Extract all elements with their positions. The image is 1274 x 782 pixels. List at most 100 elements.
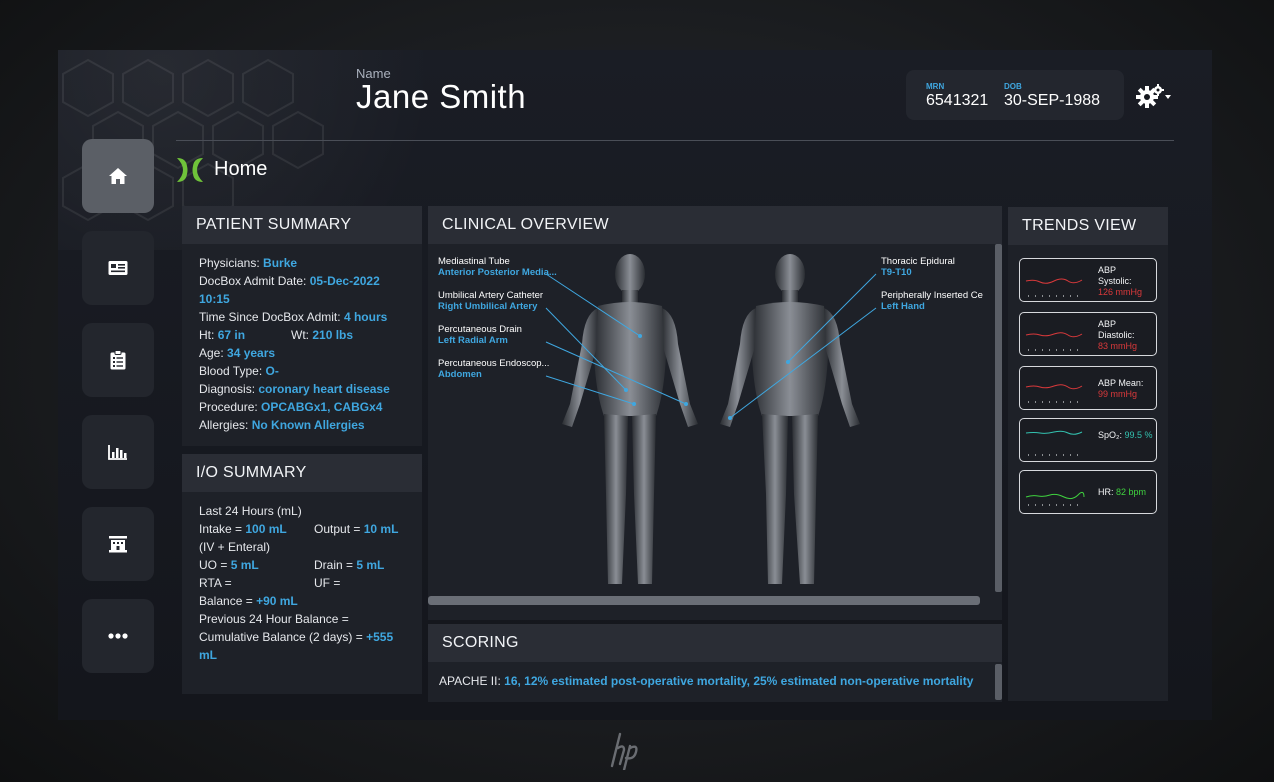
- output-label: Output =: [314, 522, 361, 536]
- trend-spo2[interactable]: SpO₂: 99.5 %: [1019, 418, 1157, 462]
- more-icon: [108, 633, 128, 639]
- annotation-umbilical-artery-catheter[interactable]: Umbilical Artery Catheter Right Umbilica…: [438, 290, 543, 312]
- admit-date-label: DocBox Admit Date:: [199, 274, 307, 288]
- trend-label: ABP Mean:: [1098, 378, 1144, 388]
- annotation-name: Percutaneous Drain: [438, 324, 522, 335]
- allergies-label: Allergies:: [199, 418, 249, 432]
- admit-time-value: 10:15: [199, 292, 230, 306]
- apache-value: 16, 12% estimated post-operative mortali…: [504, 674, 974, 688]
- trend-label: Diastolic:: [1098, 330, 1135, 340]
- io-summary-panel: I/O SUMMARY Last 24 Hours (mL) Intake = …: [182, 454, 422, 694]
- trends-view-panel: TRENDS VIEW ABP Systolic: 126 mmHg ABP D…: [1008, 207, 1168, 701]
- sidebar-item-more[interactable]: [82, 599, 154, 673]
- trend-value: 99 mmHg: [1098, 389, 1138, 399]
- scoring-title: SCORING: [428, 624, 1002, 662]
- settings-menu-button[interactable]: [1136, 84, 1172, 108]
- age-label: Age:: [199, 346, 224, 360]
- dob-value: 30-SEP-1988: [1004, 92, 1101, 109]
- intake-label: Intake =: [199, 522, 243, 536]
- trend-abp-mean[interactable]: ABP Mean: 99 mmHg: [1019, 366, 1157, 410]
- trend-value: 82 bpm: [1116, 487, 1147, 497]
- annotation-percutaneous-drain[interactable]: Percutaneous Drain Left Radial Arm: [438, 324, 522, 346]
- annotation-site: T9-T10: [881, 267, 912, 278]
- page-title: Home: [214, 158, 268, 180]
- output-value: 10 mL: [363, 522, 399, 536]
- patient-id-card: MRN 6541321 DOB 30-SEP-1988: [906, 70, 1124, 120]
- balance-label: Balance =: [199, 594, 253, 608]
- body-diagram: Mediastinal Tube Anterior Posterior Medi…: [428, 244, 1002, 606]
- procedure-label: Procedure:: [199, 400, 258, 414]
- physicians-value: Burke: [263, 256, 298, 270]
- admit-date-value: 05-Dec-2022: [309, 274, 380, 288]
- height-value: 67 in: [217, 328, 246, 342]
- uf-label: UF =: [314, 576, 341, 590]
- annotation-site: Abdomen: [438, 369, 482, 380]
- annotation-site: Right Umbilical Artery: [438, 301, 538, 312]
- patient-summary-panel: PATIENT SUMMARY Physicians: Burke DocBox…: [182, 206, 422, 446]
- trend-abp-systolic[interactable]: ABP Systolic: 126 mmHg: [1019, 258, 1157, 302]
- bar-chart-icon: [108, 445, 127, 460]
- io-summary-title: I/O SUMMARY: [182, 454, 422, 492]
- cumulative-balance-unit: mL: [199, 648, 217, 662]
- front-body: [562, 254, 698, 584]
- uo-value: 5 mL: [230, 558, 259, 572]
- sidebar-item-charts[interactable]: [82, 415, 154, 489]
- docbox-logo-icon: [177, 158, 203, 182]
- physicians-label: Physicians:: [199, 256, 260, 270]
- annotation-site: Anterior Posterior Media...: [438, 267, 557, 278]
- sparkline: [1025, 278, 1084, 297]
- previous-balance-label: Previous 24 Hour Balance =: [199, 612, 349, 626]
- building-icon: [109, 536, 127, 553]
- patient-summary-title: PATIENT SUMMARY: [182, 206, 422, 244]
- sparkline: [1025, 384, 1084, 403]
- annotation-picc[interactable]: Peripherally Inserted Ce Left Hand: [881, 290, 991, 312]
- scoring-panel: SCORING APACHE II: 16, 12% estimated pos…: [428, 624, 1002, 702]
- annotation-thoracic-epidural[interactable]: Thoracic Epidural T9-T10: [881, 256, 955, 278]
- annotation-mediastinal-tube[interactable]: Mediastinal Tube Anterior Posterior Medi…: [438, 256, 557, 278]
- blood-type-label: Blood Type:: [199, 364, 263, 378]
- rta-label: RTA =: [199, 576, 232, 590]
- apache-label: APACHE II:: [439, 674, 501, 688]
- age-value: 34 years: [227, 346, 276, 360]
- clipboard-icon: [110, 350, 126, 370]
- hp-logo: [610, 732, 638, 770]
- balance-value: +90 mL: [256, 594, 298, 608]
- dob-label: DOB: [1004, 82, 1022, 91]
- trend-value: 83 mmHg: [1098, 341, 1138, 351]
- sidebar-item-patient-info[interactable]: [82, 231, 154, 305]
- clinical-overview-panel: CLINICAL OVERVIEW Mediastinal Tube Anter…: [428, 206, 1002, 620]
- io-period: Last 24 Hours (mL): [199, 504, 302, 518]
- annotation-name: Umbilical Artery Catheter: [438, 290, 544, 301]
- scoring-scrollbar[interactable]: [995, 664, 1002, 700]
- trend-value: 126 mmHg: [1098, 287, 1143, 297]
- mrn-value: 6541321: [926, 92, 989, 109]
- trend-abp-diastolic[interactable]: ABP Diastolic: 83 mmHg: [1019, 312, 1157, 356]
- horizontal-scrollbar[interactable]: [428, 596, 980, 605]
- weight-label: Wt:: [291, 328, 309, 342]
- drain-label: Drain =: [314, 558, 354, 572]
- height-label: Ht:: [199, 328, 215, 342]
- chevron-down-icon: [1165, 95, 1171, 99]
- sparkline: [1025, 491, 1085, 506]
- sidebar-item-facility[interactable]: [82, 507, 154, 581]
- trend-value: 99.5 %: [1124, 430, 1153, 440]
- annotation-site: Left Hand: [881, 301, 925, 312]
- sidebar-item-clipboard[interactable]: [82, 323, 154, 397]
- vertical-scrollbar[interactable]: [995, 244, 1002, 592]
- cumulative-balance-value: +555: [366, 630, 394, 644]
- trend-label: ABP: [1098, 319, 1117, 329]
- time-since-value: 4 hours: [343, 310, 388, 324]
- annotation-percutaneous-endoscopic[interactable]: Percutaneous Endoscop... Abdomen: [438, 358, 549, 380]
- annotation-name: Thoracic Epidural: [881, 256, 955, 267]
- weight-value: 210 lbs: [312, 328, 354, 342]
- trend-hr[interactable]: HR: 82 bpm: [1019, 470, 1157, 514]
- intake-note: (IV + Enteral): [199, 540, 271, 554]
- diagnosis-label: Diagnosis:: [199, 382, 256, 396]
- back-body: [720, 254, 860, 584]
- patient-name: Jane Smith: [356, 78, 527, 115]
- blood-type-value: O-: [265, 364, 279, 378]
- annotation-name: Mediastinal Tube: [438, 256, 510, 267]
- intake-value: 100 mL: [245, 522, 287, 536]
- annotation-name: Percutaneous Endoscop...: [438, 358, 550, 369]
- sidebar-item-home[interactable]: [82, 139, 154, 213]
